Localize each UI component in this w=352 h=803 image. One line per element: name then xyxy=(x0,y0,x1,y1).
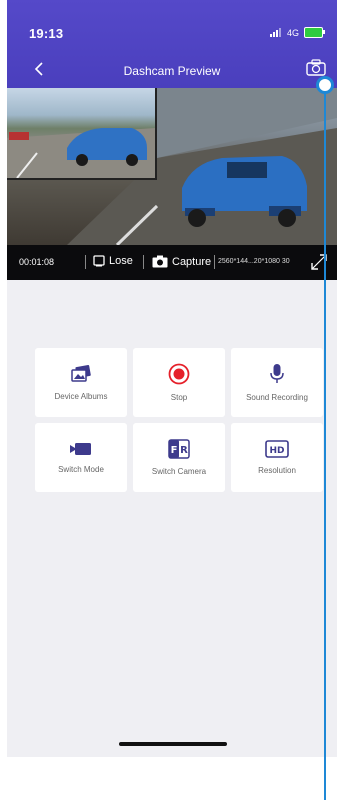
tile-label: Resolution xyxy=(258,466,296,475)
hd-icon: HD xyxy=(265,440,289,458)
divider xyxy=(143,255,144,269)
tile-label: Switch Camera xyxy=(151,467,207,476)
switch-camera-button[interactable]: F R Switch Camera xyxy=(133,423,225,492)
divider xyxy=(214,255,215,269)
status-time: 19:13 xyxy=(29,26,64,41)
tile-label: Device Albums xyxy=(54,392,108,401)
front-rear-switch-icon: F R xyxy=(168,439,190,459)
svg-text:HD: HD xyxy=(269,446,284,456)
sound-recording-button[interactable]: Sound Recording xyxy=(231,348,323,417)
settings-camera-icon[interactable] xyxy=(305,58,327,78)
lock-file-icon xyxy=(93,255,105,267)
recording-timer: 00:01:08 xyxy=(19,257,55,267)
tile-label: Sound Recording xyxy=(246,393,308,402)
video-camera-icon xyxy=(70,443,91,455)
device-albums-icon xyxy=(71,365,91,382)
tile-label: Stop xyxy=(170,393,188,402)
capture-label: Capture xyxy=(172,255,212,268)
tile-label: Switch Mode xyxy=(58,465,104,474)
video-control-bar: 00:01:08 Lose Capture 2560*144...20*1080… xyxy=(7,245,337,280)
video-preview[interactable] xyxy=(7,88,337,245)
microphone-icon xyxy=(270,364,284,383)
signal-icon xyxy=(269,28,282,37)
status-indicators: 4G xyxy=(269,27,325,38)
svg-text:R: R xyxy=(180,445,188,456)
switch-mode-button[interactable]: Switch Mode xyxy=(35,423,127,492)
app-header: 19:13 4G Dashcam Preview xyxy=(7,0,337,88)
front-camera-pip[interactable] xyxy=(7,88,157,180)
resolution-readout: 2560*144...20*1080 30 xyxy=(218,258,290,265)
callout-marker xyxy=(316,76,334,94)
battery-icon xyxy=(304,27,325,38)
callout-line xyxy=(324,84,326,800)
lose-button[interactable]: Lose xyxy=(93,255,133,267)
action-grid: Device Albums Stop Sound Recording Switc… xyxy=(35,348,325,492)
network-type: 4G xyxy=(286,27,299,38)
divider xyxy=(85,255,86,269)
snapshot-icon xyxy=(152,255,168,268)
svg-text:F: F xyxy=(171,445,178,456)
stop-record-icon xyxy=(168,363,190,385)
app-screen: 19:13 4G Dashcam Preview 00:01:08 Lose C… xyxy=(7,0,337,757)
capture-button[interactable]: Capture xyxy=(152,255,211,268)
device-albums-button[interactable]: Device Albums xyxy=(35,348,127,417)
lose-label: Lose xyxy=(109,255,133,267)
home-indicator[interactable] xyxy=(119,742,227,746)
resolution-button[interactable]: HD Resolution xyxy=(231,423,323,492)
stop-button[interactable]: Stop xyxy=(133,348,225,417)
page-title: Dashcam Preview xyxy=(123,64,221,78)
front-camera-feed xyxy=(7,128,155,179)
